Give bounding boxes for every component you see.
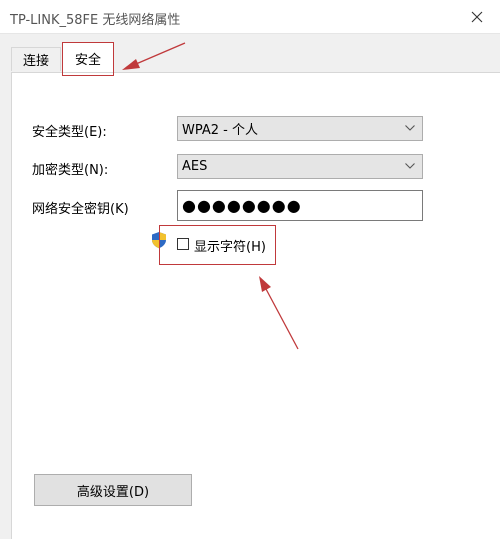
annotation-arrowhead-to-tab	[122, 59, 140, 70]
annotation-arrow-to-checkbox	[265, 288, 299, 350]
advanced-settings-label: 高级设置(D)	[76, 484, 150, 500]
annotation-arrows	[122, 42, 299, 350]
advanced-settings-button[interactable]: 高级设置(D)	[34, 474, 192, 506]
annotation-arrow-to-tab	[135, 42, 186, 65]
annotation-arrowhead-to-checkbox	[259, 276, 271, 292]
